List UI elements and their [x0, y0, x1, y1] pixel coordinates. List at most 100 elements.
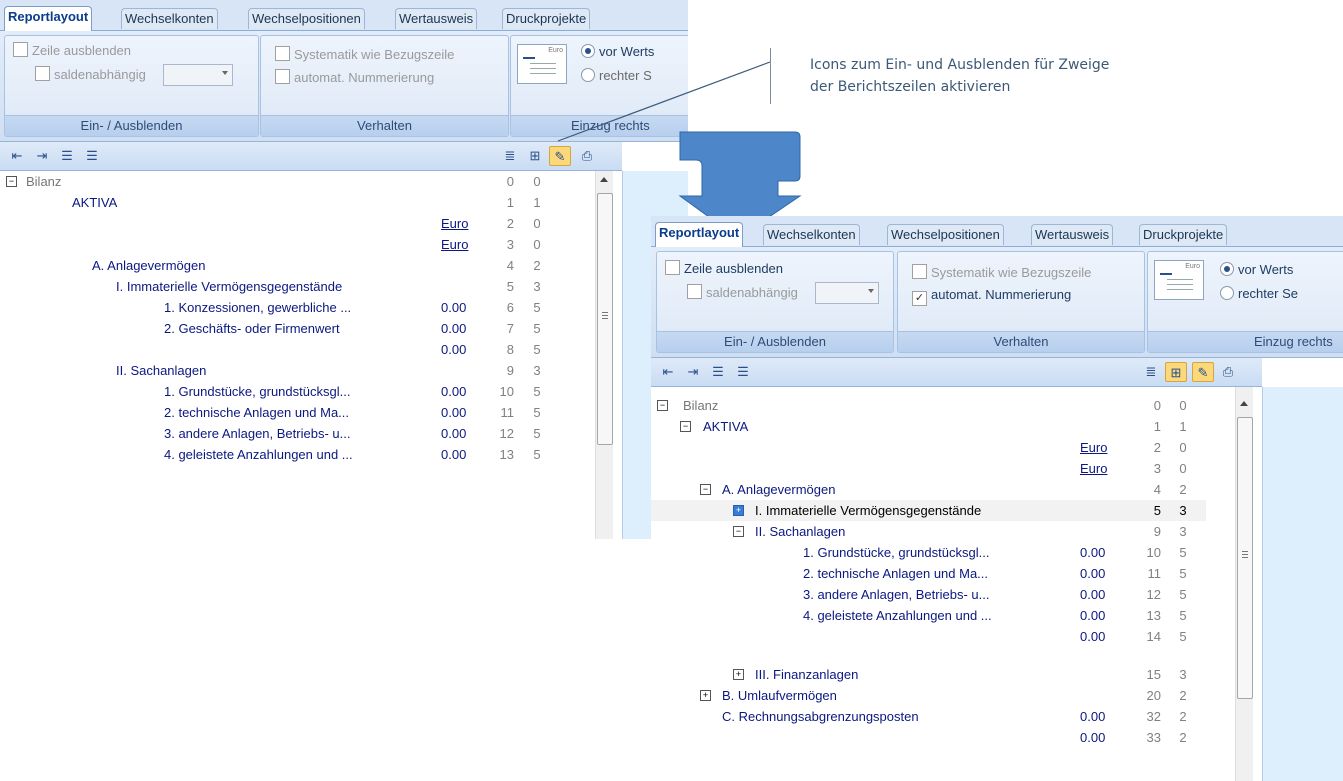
indent-all-icon[interactable]: ⇥: [682, 362, 704, 382]
outdent-all-icon[interactable]: ⇤: [6, 146, 28, 166]
indent-all-icon[interactable]: ⇥: [31, 146, 53, 166]
tab-wechselkonten[interactable]: Wechselkonten: [121, 8, 218, 29]
tree-row[interactable]: 2. Geschäfts- oder Firmenwert 0.00 7 5: [0, 318, 595, 339]
tree-row[interactable]: 1. Konzessionen, gewerbliche ... 0.00 6 5: [0, 297, 595, 318]
tree-row[interactable]: 4. geleistete Anzahlungen und ... 0.00 13 5: [651, 605, 1235, 626]
tab-wechselpositionen[interactable]: Wechselpositionen: [248, 8, 365, 29]
tree-row[interactable]: 1. Grundstücke, grundstücksgl... 0.00 10 5: [651, 542, 1235, 563]
tree-row[interactable]: 1. Grundstücke, grundstücksgl... 0.00 10 5: [0, 381, 595, 402]
radio-right-side[interactable]: rechter Se: [1220, 286, 1298, 302]
tab-reportlayout[interactable]: Reportlayout: [655, 222, 744, 247]
group-caption: Verhalten: [898, 331, 1144, 352]
tree-row[interactable]: 3. andere Anlagen, Betriebs- u... 0.00 12 5: [651, 584, 1235, 605]
tree-scrollbar[interactable]: [1235, 387, 1253, 781]
tree-row[interactable]: + B. Umlaufvermögen 20 2: [651, 685, 1235, 706]
tab-wertausweis[interactable]: Wertausweis: [1031, 224, 1114, 245]
side-pane: [1262, 387, 1343, 781]
tree-row[interactable]: II. Sachanlagen 9 3: [0, 360, 595, 381]
tree-expand-icon[interactable]: ⊞: [524, 146, 546, 166]
report-tree: − Bilanz 0 0 AKTIVA 1 1 Euro 2 0 Euro 3 0 A. Anla…: [0, 171, 595, 539]
radio-right-side[interactable]: rechter S: [581, 68, 652, 84]
tree-row[interactable]: − Bilanz 0 0: [0, 171, 595, 192]
tree-row[interactable]: + III. Finanzanlagen 15 3: [651, 664, 1235, 685]
checkbox-box: [687, 284, 702, 299]
row-level: 5: [1179, 608, 1187, 623]
ribbon-group-show-hide: Zeile ausblenden saldenabhängig Ein- / A…: [4, 35, 259, 137]
tree-row[interactable]: 2. technische Anlagen und Ma... 0.00 11 5: [651, 563, 1235, 584]
hide-row-checkbox[interactable]: Zeile ausblenden: [665, 260, 783, 277]
auto-numbering-checkbox[interactable]: ✓ automat. Nummerierung: [912, 287, 1071, 306]
tree-row[interactable]: Euro 2 0: [0, 213, 595, 234]
balance-dependent-checkbox[interactable]: saldenabhängig: [687, 284, 798, 301]
tree-row-selected[interactable]: + I. Immaterielle Vermögensgegenstände 5 3: [651, 500, 1206, 521]
collapse-icon[interactable]: −: [657, 400, 668, 411]
tab-druckprojekte[interactable]: Druckprojekte: [502, 8, 591, 29]
tree-row[interactable]: − II. Sachanlagen 9 3: [651, 521, 1235, 542]
tree-scrollbar[interactable]: [595, 171, 613, 539]
auto-numbering-checkbox[interactable]: automat. Nummerierung: [275, 69, 434, 86]
scroll-thumb[interactable]: [597, 193, 613, 445]
indent-icon[interactable]: ☰: [732, 362, 754, 382]
callout-bar: [770, 48, 771, 104]
hide-row-label: Zeile ausblenden: [684, 261, 784, 276]
radio-label: rechter Se: [1238, 286, 1298, 301]
collapse-icon[interactable]: −: [680, 421, 691, 432]
outdent-icon[interactable]: ☰: [56, 146, 78, 166]
row-label: 3. andere Anlagen, Betriebs- u...: [803, 587, 990, 602]
balance-dependent-checkbox[interactable]: saldenabhängig: [35, 66, 146, 83]
tree-row[interactable]: C. Rechnungsabgrenzungsposten 0.00 32 2: [651, 706, 1235, 727]
print-preview-icon[interactable]: ⎙: [576, 146, 598, 166]
group-caption: Einzug rechts: [511, 115, 688, 136]
tab-wechselkonten[interactable]: Wechselkonten: [763, 224, 860, 245]
tab-reportlayout[interactable]: Reportlayout: [4, 6, 93, 31]
collapse-icon[interactable]: −: [733, 526, 744, 537]
tab-druckprojekte[interactable]: Druckprojekte: [1139, 224, 1228, 245]
tree-view-icon[interactable]: ≣: [499, 146, 521, 166]
scroll-thumb[interactable]: [1237, 417, 1253, 699]
tree-row[interactable]: Euro 2 0: [651, 437, 1235, 458]
tree-row[interactable]: Euro 3 0: [651, 458, 1235, 479]
systematic-checkbox[interactable]: Systematik wie Bezugszeile: [912, 264, 1091, 281]
tree-row[interactable]: AKTIVA 1 1: [0, 192, 595, 213]
balance-dependent-combo[interactable]: [163, 64, 233, 86]
radio-before-value[interactable]: vor Werts: [1220, 262, 1293, 278]
expand-icon[interactable]: +: [733, 505, 744, 516]
tree-row[interactable]: 0.00 33 2: [651, 727, 1235, 748]
currency-preview-icon[interactable]: Euro: [1154, 260, 1204, 300]
tree-row[interactable]: 0.00 8 5: [0, 339, 595, 360]
tree-row[interactable]: − Bilanz 0 0: [651, 395, 1235, 416]
grip-icon: [602, 315, 608, 316]
properties-icon[interactable]: ✎: [549, 146, 571, 166]
outdent-all-icon[interactable]: ⇤: [657, 362, 679, 382]
radio-before-value[interactable]: vor Werts: [581, 44, 654, 60]
expand-icon[interactable]: +: [733, 669, 744, 680]
tree-row[interactable]: 2. technische Anlagen und Ma... 0.00 11 5: [0, 402, 595, 423]
tree-expand-icon[interactable]: ⊞: [1165, 362, 1187, 382]
tree-row[interactable]: A. Anlagevermögen 4 2: [0, 255, 595, 276]
tree-row[interactable]: Euro 3 0: [0, 234, 595, 255]
tree-view-icon[interactable]: ≣: [1140, 362, 1162, 382]
systematic-checkbox[interactable]: Systematik wie Bezugszeile: [275, 46, 454, 63]
scroll-up-icon[interactable]: [600, 177, 608, 182]
tree-row[interactable]: − AKTIVA 1 1: [651, 416, 1235, 437]
tab-wertausweis[interactable]: Wertausweis: [395, 8, 478, 29]
properties-icon[interactable]: ✎: [1192, 362, 1214, 382]
tab-wechselpositionen[interactable]: Wechselpositionen: [887, 224, 1004, 245]
row-label: C. Rechnungsabgrenzungsposten: [722, 709, 919, 724]
tree-row[interactable]: I. Immaterielle Vermögensgegenstände 5 3: [0, 276, 595, 297]
print-preview-icon[interactable]: ⎙: [1217, 362, 1239, 382]
tree-row[interactable]: 4. geleistete Anzahlungen und ... 0.00 13 5: [0, 444, 595, 465]
collapse-icon[interactable]: −: [700, 484, 711, 495]
balance-dependent-combo[interactable]: [815, 282, 879, 304]
indent-icon[interactable]: ☰: [81, 146, 103, 166]
expand-icon[interactable]: +: [700, 690, 711, 701]
outdent-icon[interactable]: ☰: [707, 362, 729, 382]
tree-row[interactable]: 3. andere Anlagen, Betriebs- u... 0.00 12 5: [0, 423, 595, 444]
currency-preview-icon[interactable]: Euro: [517, 44, 567, 84]
tree-row[interactable]: 0.00 14 5: [651, 626, 1235, 647]
hide-row-checkbox[interactable]: Zeile ausblenden: [13, 42, 131, 59]
tree-row[interactable]: − A. Anlagevermögen 4 2: [651, 479, 1235, 500]
row-label: II. Sachanlagen: [116, 363, 207, 378]
scroll-up-icon[interactable]: [1240, 401, 1248, 406]
collapse-icon[interactable]: −: [6, 176, 17, 187]
